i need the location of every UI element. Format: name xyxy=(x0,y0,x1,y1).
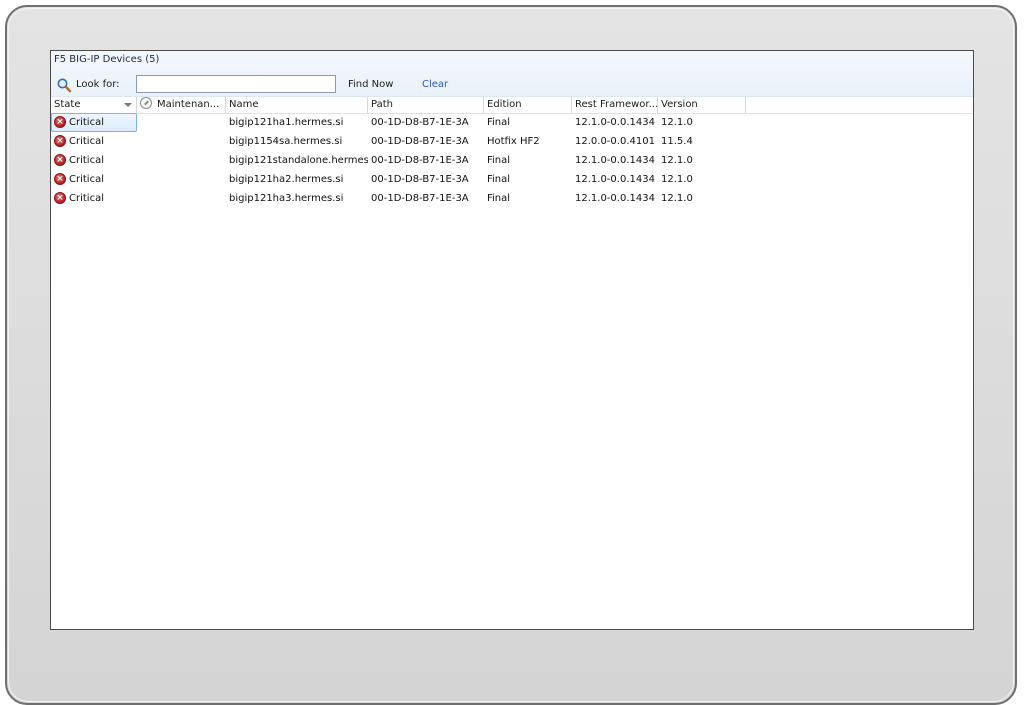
state-text: Critical xyxy=(69,193,104,204)
magnifier-icon xyxy=(57,78,72,93)
table-row[interactable]: × Critical bigip121standalone.hermes... … xyxy=(51,151,973,170)
device-table: × Critical bigip121ha1.hermes.si 00-1D-D… xyxy=(51,113,973,208)
edition-cell: Final xyxy=(487,117,511,128)
path-cell: 00-1D-D8-B7-1E-3A xyxy=(371,136,469,147)
critical-error-icon: × xyxy=(54,116,66,128)
column-header-rest-framework-label: Rest Framewor... xyxy=(575,99,658,110)
path-cell: 00-1D-D8-B7-1E-3A xyxy=(371,193,469,204)
column-header-maintenance[interactable]: Maintenan... xyxy=(137,97,226,113)
device-screen: F5 BIG-IP Devices (5) Look for: Find Now… xyxy=(50,50,974,630)
rest-framework-cell: 12.1.0-0.0.1434 xyxy=(575,117,655,128)
state-cell: × Critical xyxy=(51,151,137,170)
search-label: Look for: xyxy=(76,79,120,90)
state-text: Critical xyxy=(69,117,104,128)
name-cell: bigip121standalone.hermes... xyxy=(229,155,368,166)
column-header-rest-framework[interactable]: Rest Framewor... xyxy=(572,97,658,113)
column-header-path-label: Path xyxy=(371,99,393,110)
sort-dropdown-icon[interactable] xyxy=(124,103,132,107)
search-input[interactable] xyxy=(136,75,336,93)
edition-cell: Final xyxy=(487,174,511,185)
state-cell: × Critical xyxy=(51,113,137,132)
column-header-state-label: State xyxy=(54,99,81,110)
edition-cell: Final xyxy=(487,193,511,204)
state-cell: × Critical xyxy=(51,189,137,208)
rest-framework-cell: 12.1.0-0.0.1434 xyxy=(575,193,655,204)
column-header-name-label: Name xyxy=(229,99,259,110)
table-row[interactable]: × Critical bigip121ha3.hermes.si 00-1D-D… xyxy=(51,189,973,208)
path-cell: 00-1D-D8-B7-1E-3A xyxy=(371,117,469,128)
column-header-maintenance-label: Maintenan... xyxy=(157,99,220,110)
rest-framework-cell: 12.0.0-0.0.4101 xyxy=(575,136,655,147)
state-cell: × Critical xyxy=(51,132,137,151)
table-row[interactable]: × Critical bigip121ha1.hermes.si 00-1D-D… xyxy=(51,113,973,132)
version-cell: 12.1.0 xyxy=(661,155,693,166)
name-cell: bigip1154sa.hermes.si xyxy=(229,136,343,147)
column-header-edition-label: Edition xyxy=(487,99,522,110)
name-cell: bigip121ha3.hermes.si xyxy=(229,193,344,204)
version-cell: 12.1.0 xyxy=(661,174,693,185)
panel-title: F5 BIG-IP Devices (5) xyxy=(54,54,160,65)
version-cell: 12.1.0 xyxy=(661,117,693,128)
wrench-icon xyxy=(140,97,152,109)
name-cell: bigip121ha2.hermes.si xyxy=(229,174,344,185)
edition-cell: Final xyxy=(487,155,511,166)
column-header-name[interactable]: Name xyxy=(226,97,368,113)
critical-error-icon: × xyxy=(54,192,66,204)
path-cell: 00-1D-D8-B7-1E-3A xyxy=(371,155,469,166)
critical-error-icon: × xyxy=(54,154,66,166)
version-cell: 11.5.4 xyxy=(661,136,693,147)
critical-error-icon: × xyxy=(54,135,66,147)
grid-header: State Maintenan... Name Path Edition Res… xyxy=(51,97,973,114)
table-row[interactable]: × Critical bigip121ha2.hermes.si 00-1D-D… xyxy=(51,170,973,189)
state-text: Critical xyxy=(69,155,104,166)
name-cell: bigip121ha1.hermes.si xyxy=(229,117,344,128)
table-row[interactable]: × Critical bigip1154sa.hermes.si 00-1D-D… xyxy=(51,132,973,151)
state-text: Critical xyxy=(69,136,104,147)
critical-error-icon: × xyxy=(54,173,66,185)
search-bar: Look for: Find Now Clear xyxy=(54,75,954,95)
clear-link[interactable]: Clear xyxy=(422,79,448,90)
column-header-path[interactable]: Path xyxy=(368,97,484,113)
rest-framework-cell: 12.1.0-0.0.1434 xyxy=(575,155,655,166)
column-header-edition[interactable]: Edition xyxy=(484,97,572,113)
state-text: Critical xyxy=(69,174,104,185)
column-header-state[interactable]: State xyxy=(51,97,137,113)
find-now-button[interactable]: Find Now xyxy=(348,79,393,90)
rest-framework-cell: 12.1.0-0.0.1434 xyxy=(575,174,655,185)
column-header-version-label: Version xyxy=(661,99,698,110)
edition-cell: Hotfix HF2 xyxy=(487,136,540,147)
column-header-version[interactable]: Version xyxy=(658,97,746,113)
path-cell: 00-1D-D8-B7-1E-3A xyxy=(371,174,469,185)
state-cell: × Critical xyxy=(51,170,137,189)
version-cell: 12.1.0 xyxy=(661,193,693,204)
panel-header: F5 BIG-IP Devices (5) Look for: Find Now… xyxy=(51,51,973,97)
